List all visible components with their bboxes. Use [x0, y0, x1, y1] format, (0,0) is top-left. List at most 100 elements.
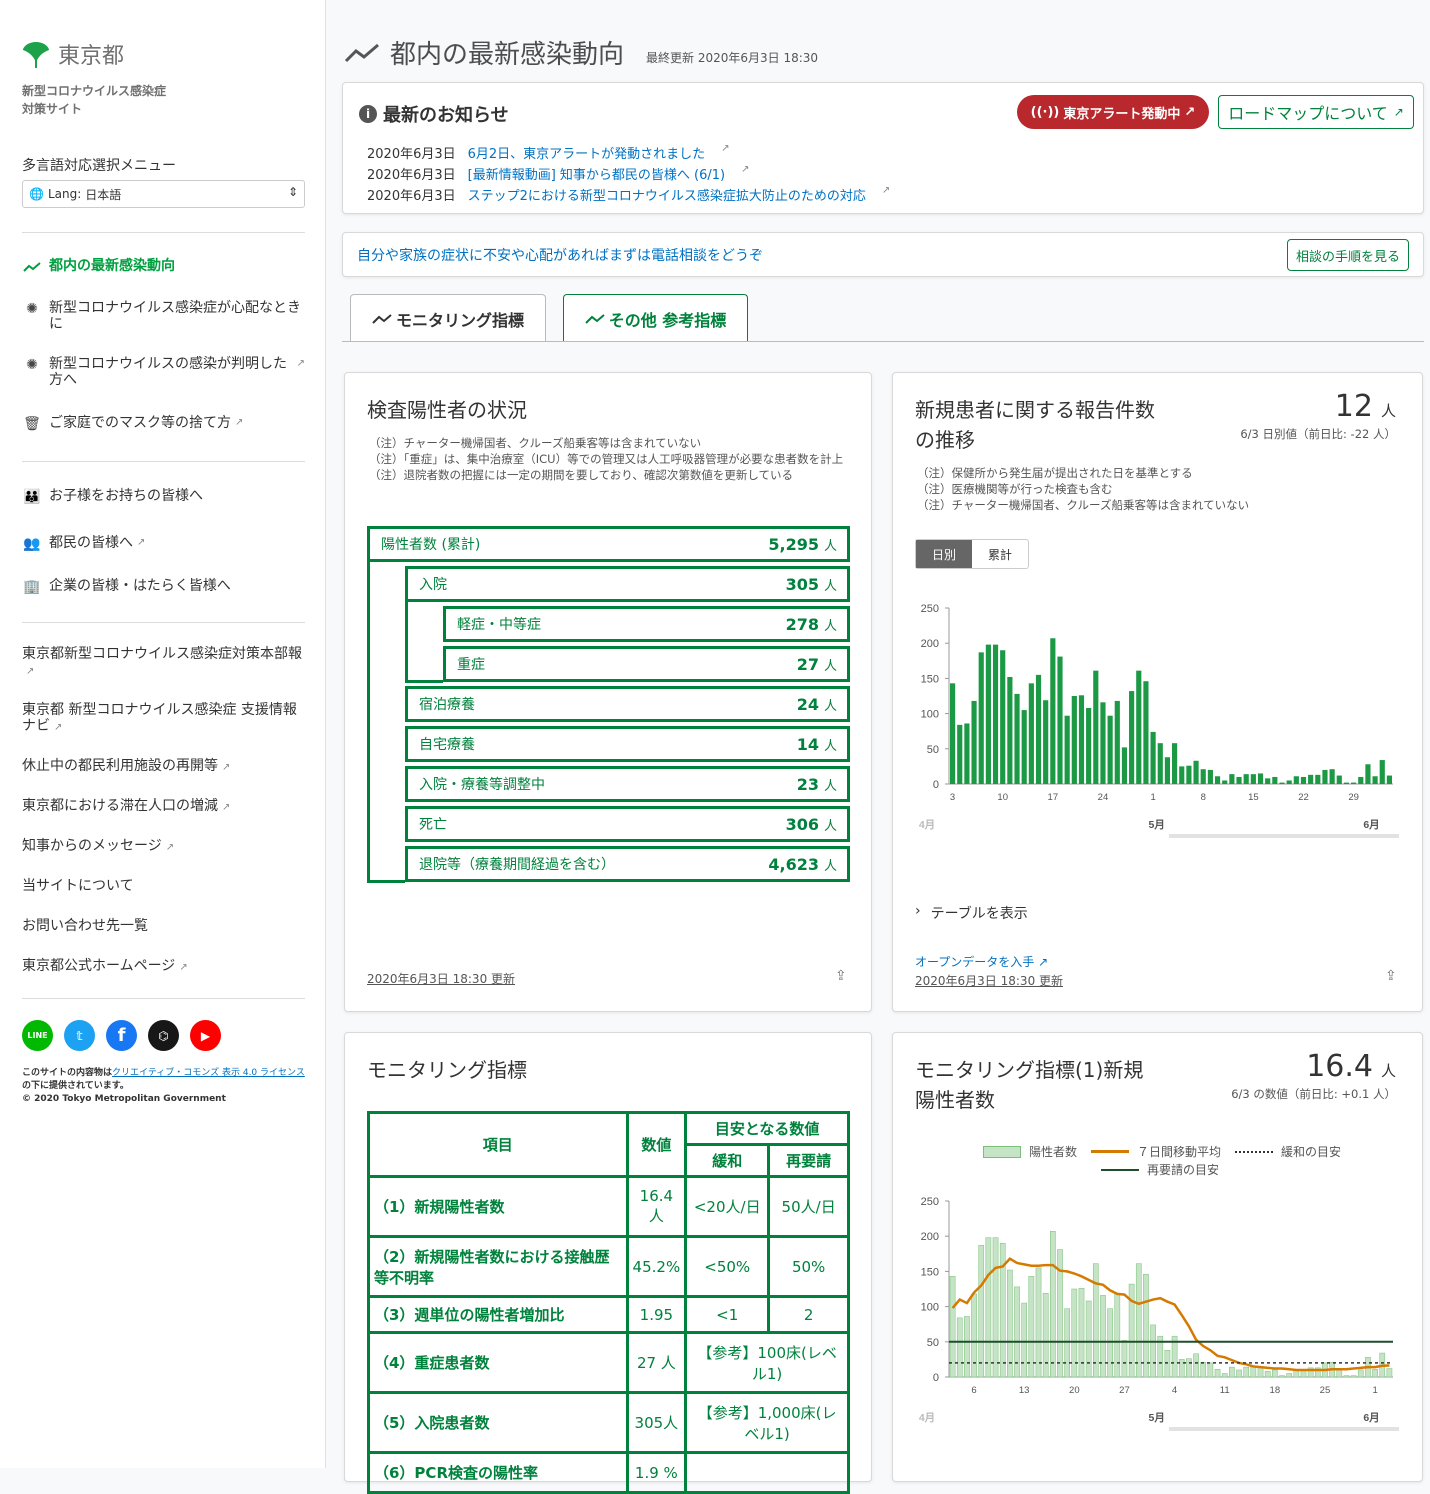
card-title: 検査陽性者の状況	[367, 398, 527, 422]
bar	[1300, 776, 1307, 784]
tree-connector	[405, 599, 443, 683]
open-data-link[interactable]: オープンデータを入手 ↗	[915, 953, 1048, 970]
bar	[1193, 1353, 1199, 1378]
github-icon[interactable]: ⌬	[148, 1020, 179, 1051]
logo-text: 東京都	[58, 44, 125, 69]
sidebar-link-governor-message[interactable]: 知事からのメッセージ ↗	[22, 838, 305, 856]
sidebar-item-worried[interactable]: ✺ 新型コロナウイルス感染症が心配なときに	[22, 300, 305, 332]
roadmap-button[interactable]: ロードマップについて ↗	[1218, 95, 1414, 129]
bar	[1178, 1359, 1185, 1378]
header-value: 数値	[625, 1111, 688, 1178]
bar	[1107, 1308, 1113, 1378]
social-links: LINE 𝕥 f ⌬ ▶	[22, 1020, 221, 1051]
bar	[1186, 1358, 1192, 1378]
license-link[interactable]: クリエイティブ・コモンズ 表示 4.0 ライセンス	[112, 1068, 305, 1078]
bar	[1035, 1267, 1042, 1378]
bar	[1164, 757, 1170, 784]
bar	[1343, 1375, 1350, 1378]
bar	[1086, 707, 1092, 784]
bar	[1057, 656, 1063, 784]
bar	[992, 1237, 999, 1378]
news-item: 2020年6月3日 ステップ2における新型コロナウイルス感染症拡大防止のための対応…	[367, 185, 891, 204]
bar	[1214, 776, 1221, 784]
sidebar-link-hq-report[interactable]: 東京都新型コロナウイルス感染症対策本部報↗	[22, 646, 305, 680]
bar	[1229, 774, 1235, 784]
sidebar-link-facility-reopen[interactable]: 休止中の都民利用施設の再開等 ↗	[22, 758, 305, 776]
bar	[1050, 1231, 1056, 1378]
tokyo-ginkgo-icon	[23, 42, 49, 68]
scrollbar	[1169, 1427, 1399, 1431]
card-notes: （注）保健所から発生届が提出された日を基準とする （注）医療機関等が行った検査も…	[917, 466, 1250, 512]
tree-connector	[367, 559, 405, 883]
tab-monitoring[interactable]: モニタリング指標	[350, 294, 546, 342]
updated-timestamp[interactable]: 2020年6月3日 18:30 更新	[915, 972, 1063, 989]
news-link[interactable]: 6月2日、東京アラートが発動されました	[468, 143, 706, 162]
tab-underline	[342, 341, 1424, 342]
share-icon[interactable]: ⇪	[835, 968, 847, 984]
external-link-icon: ↗	[1393, 105, 1404, 119]
external-link-icon: ↗	[179, 962, 188, 973]
legend-swatch-ease	[1235, 1150, 1274, 1153]
broadcast-icon: ((·))	[1030, 104, 1060, 120]
line-icon[interactable]: LINE	[22, 1020, 53, 1051]
share-icon[interactable]: ⇪	[1385, 968, 1397, 984]
consult-link[interactable]: 自分や家族の症状に不安や心配があればまずは電話相談をどうぞ	[357, 245, 763, 265]
youtube-icon[interactable]: ▶	[190, 1020, 221, 1051]
sidebar-item-latest-trends[interactable]: 都内の最新感染動向	[22, 258, 305, 276]
bar	[971, 700, 977, 784]
sidebar-item-infected[interactable]: ✺ 新型コロナウイルスの感染が判明した方へ ↗	[22, 356, 305, 388]
headline-value: 12 人 6/3 日別値（前日比: -22 人）	[1240, 389, 1396, 441]
stat-box-hospitalized: 入院 305 人	[405, 566, 850, 602]
toggle-cumulative[interactable]: 累計	[972, 540, 1028, 568]
sidebar-item-parents[interactable]: 👪 お子様をお持ちの皆様へ	[22, 488, 305, 506]
external-link-icon: ↗	[1184, 104, 1196, 120]
bar	[1207, 769, 1213, 784]
toggle-daily[interactable]: 日別	[916, 540, 972, 568]
bar	[964, 723, 970, 784]
bar	[1236, 1369, 1242, 1378]
bar	[1222, 780, 1228, 784]
sidebar-link-contacts[interactable]: お問い合わせ先一覧	[22, 918, 305, 934]
bar	[1071, 696, 1077, 784]
chevron-updown-icon: ⇕	[287, 185, 298, 199]
bar	[956, 1317, 963, 1378]
news-item: 2020年6月3日 6月2日、東京アラートが発動されました ↗	[367, 143, 730, 162]
table-row: （5）入院患者数 305人 【参考】1,000床(レベル1)	[367, 1391, 850, 1454]
external-link-icon: ↗	[881, 185, 891, 196]
news-link[interactable]: [最新情報動画] 知事から都民の皆様へ (6/1)	[468, 164, 725, 183]
facebook-icon[interactable]: f	[106, 1020, 137, 1051]
tokyo-alert-button[interactable]: ((·)) 東京アラート発動中 ↗	[1017, 95, 1209, 129]
monitoring-new-positive-card: モニタリング指標(1)新規 陽性者数 16.4 人 6/3 の数値（前日比: +0…	[892, 1032, 1423, 1482]
language-select[interactable]: 🌐 Lang: 日本語 ⇕	[22, 180, 305, 208]
consult-steps-button[interactable]: 相談の手順を見る	[1286, 239, 1409, 271]
show-table-toggle[interactable]: › テーブルを表示	[915, 903, 1028, 923]
bar	[1000, 650, 1006, 784]
sidebar-link-about[interactable]: 当サイトについて	[22, 878, 305, 894]
sidebar-link-support-navi[interactable]: 東京都 新型コロナウイルス感染症 支援情報ナビ ↗	[22, 702, 305, 736]
updated-timestamp[interactable]: 2020年6月3日 18:30 更新	[367, 970, 515, 987]
stat-box-home: 自宅療養 14 人	[405, 726, 850, 762]
y-tick-label: 250	[921, 1196, 939, 1208]
bar	[1114, 1293, 1121, 1378]
sidebar: 東京都 新型コロナウイルス感染症 対策サイト 多言語対応選択メニュー 🌐 Lan…	[0, 0, 326, 1468]
month-label: 4月	[919, 1412, 935, 1424]
sidebar-item-mask-disposal[interactable]: 🗑 ご家庭でのマスク等の捨て方 ↗	[22, 415, 305, 433]
news-link[interactable]: ステップ2における新型コロナウイルス感染症拡大防止のための対応	[468, 185, 866, 204]
sidebar-item-citizens[interactable]: 👥 都民の皆様へ ↗	[22, 535, 305, 553]
sidebar-link-population[interactable]: 東京都における滞在人口の増減 ↗	[22, 798, 305, 816]
new-reports-card: 新規患者に関する報告件数 の推移 12 人 6/3 日別値（前日比: -22 人）…	[892, 372, 1423, 1012]
bar	[1336, 775, 1342, 784]
legend-swatch-avg	[1091, 1150, 1130, 1153]
sidebar-item-business[interactable]: 🏢 企業の皆様・はたらく皆様へ	[22, 578, 305, 596]
x-tick-label: 27	[1119, 1385, 1130, 1396]
twitter-icon[interactable]: 𝕥	[64, 1020, 95, 1051]
x-tick-label: 29	[1348, 792, 1359, 803]
stat-box-deaths: 死亡 306 人	[405, 806, 850, 842]
bar	[1365, 764, 1371, 784]
card-title: 新規患者に関する報告件数 の推移	[915, 398, 1155, 452]
bar	[1121, 747, 1128, 784]
card-title: モニタリング指標(1)新規 陽性者数	[915, 1058, 1144, 1112]
tab-other-indicators[interactable]: その他 参考指標	[563, 294, 748, 342]
sidebar-link-official-site[interactable]: 東京都公式ホームページ ↗	[22, 958, 305, 976]
tokyo-logo[interactable]: 東京都	[22, 38, 124, 70]
